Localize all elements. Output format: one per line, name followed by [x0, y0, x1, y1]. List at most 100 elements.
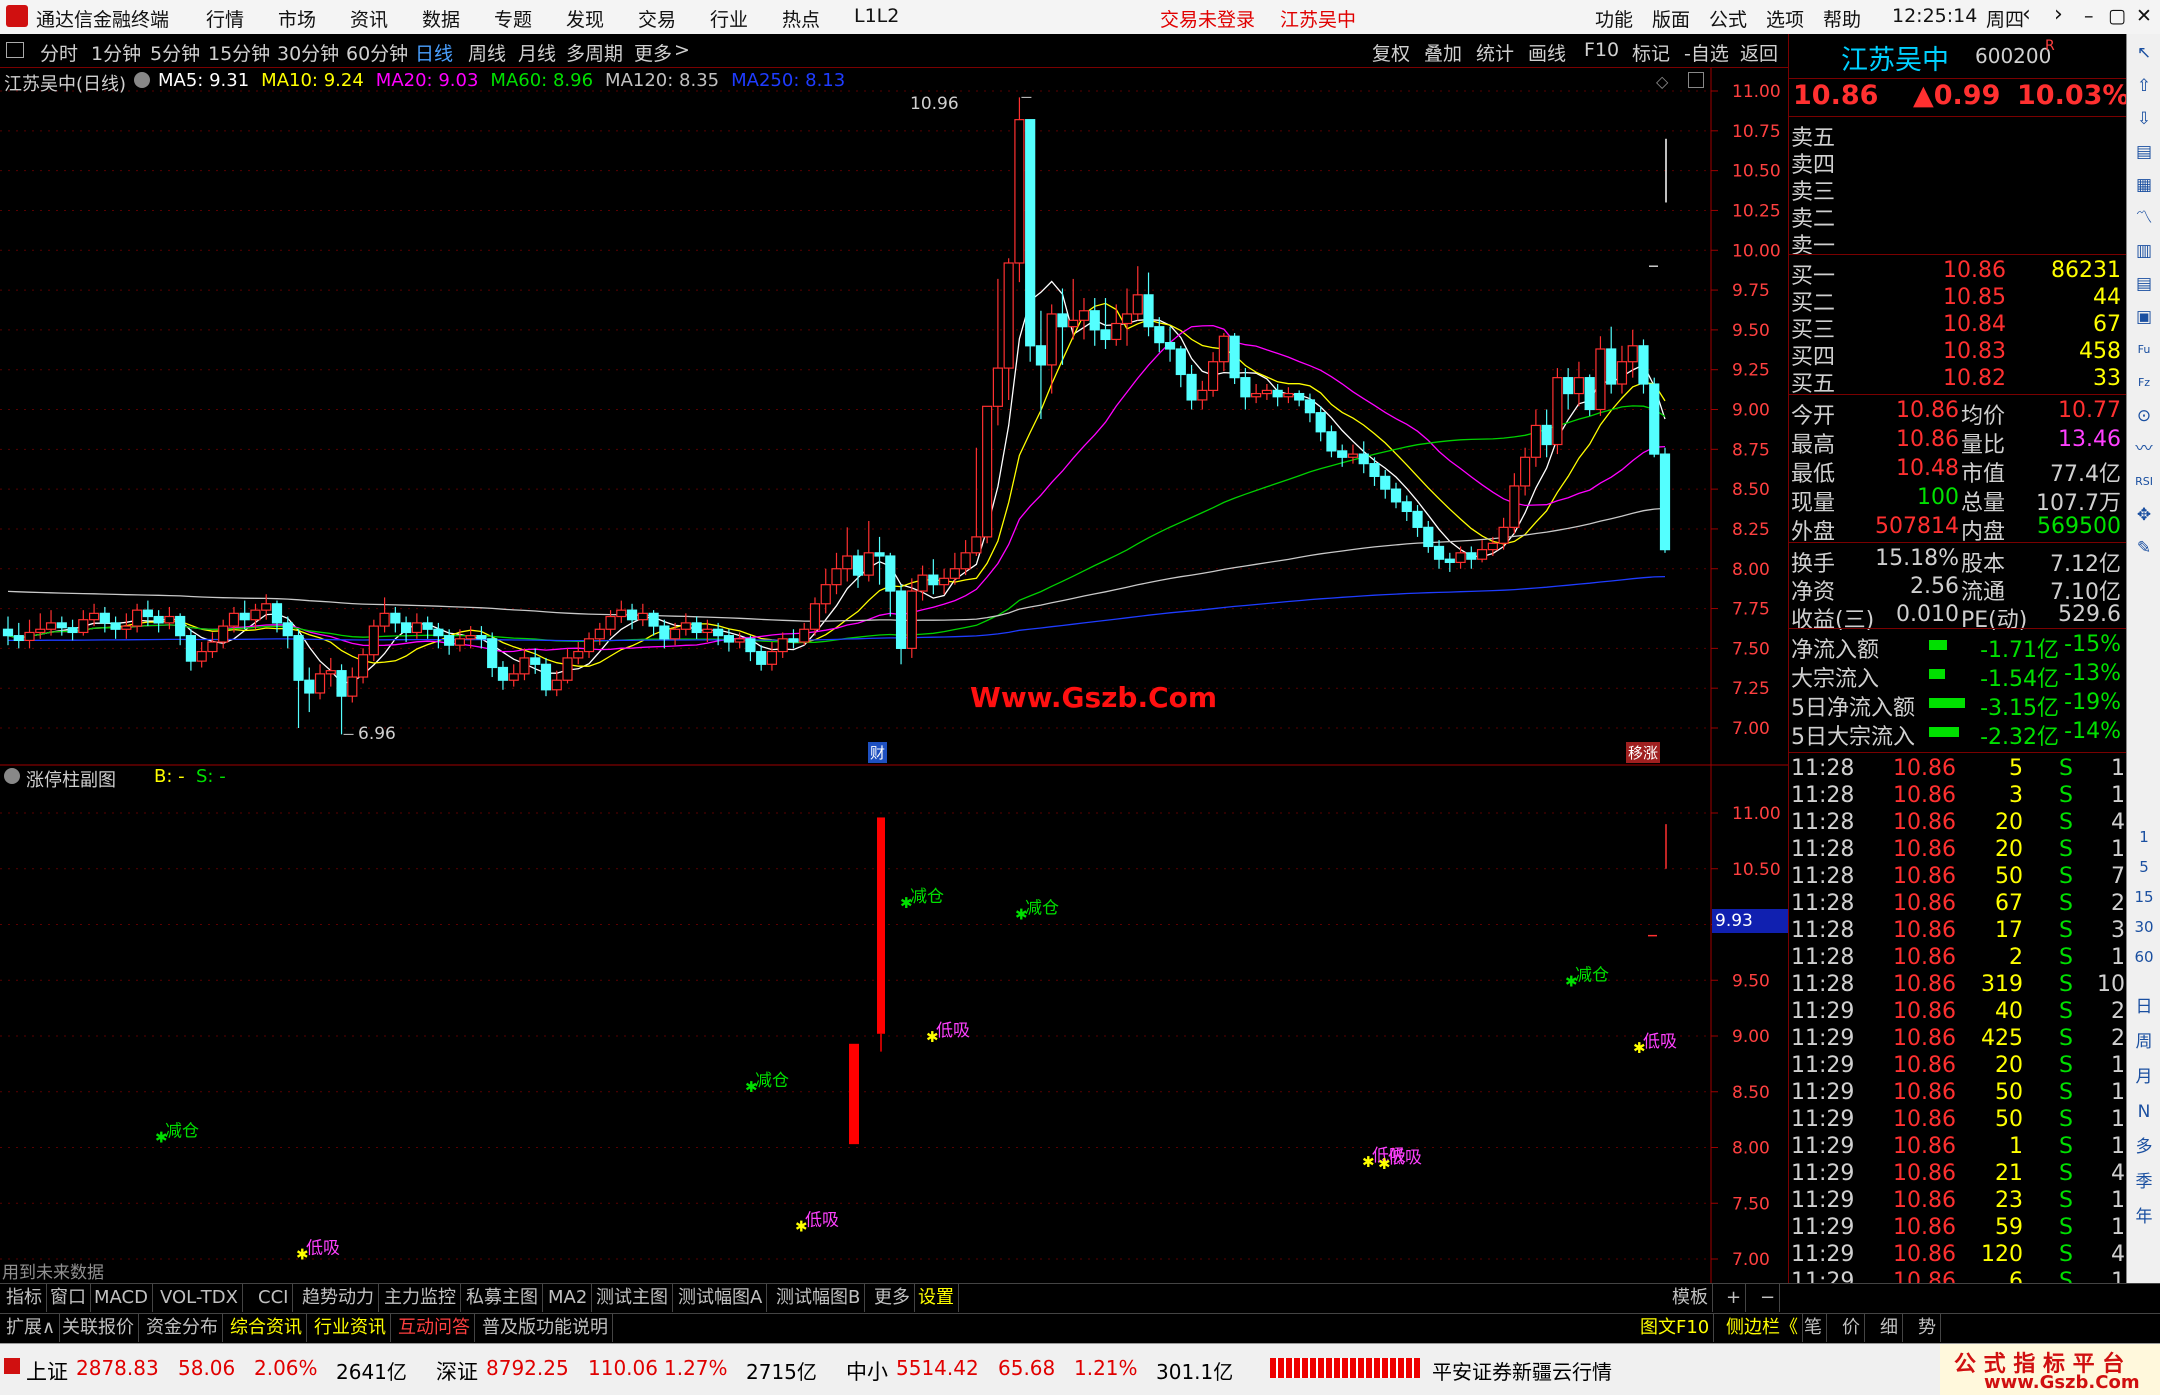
btn-fuquan[interactable]: 复权: [1372, 39, 1410, 66]
menu-shuju[interactable]: 数据: [422, 5, 460, 32]
candle-body[interactable]: [1272, 389, 1283, 398]
candle-body[interactable]: [1046, 313, 1057, 366]
menu-hangye[interactable]: 行业: [710, 5, 748, 32]
candle-body[interactable]: [153, 615, 164, 624]
tick-row[interactable]: 11:29 10.86 59 S 1: [1789, 1215, 2127, 1242]
side-tab[interactable]: 笔: [1800, 1314, 1827, 1342]
candle-body[interactable]: [734, 638, 745, 643]
candle-body[interactable]: [110, 622, 121, 630]
candle-body[interactable]: [1197, 389, 1208, 401]
candle-body[interactable]: [368, 625, 379, 656]
candle-body[interactable]: [1466, 552, 1477, 560]
candle-body[interactable]: [842, 555, 853, 570]
subchart-toggle-icon[interactable]: [4, 768, 20, 784]
candle-body[interactable]: [218, 625, 229, 643]
signal-reduce[interactable]: 减仓: [910, 887, 944, 907]
stat-row[interactable]: 今开 10.86 均价 10.77: [1789, 398, 2127, 429]
period-60min[interactable]: 60分钟: [346, 39, 408, 66]
kline-chart-svg[interactable]: 11.00 10.75 10.50 10.25 10.00 9.75 9.50 9.25 9.0…: [0, 68, 1788, 1283]
signal-buy[interactable]: 低吸: [1388, 1148, 1422, 1168]
signal-buy[interactable]: 低吸: [1643, 1032, 1677, 1052]
candle-body[interactable]: [583, 638, 595, 653]
tick-row[interactable]: 11:28 10.86 17 S 3: [1789, 918, 2127, 945]
tick-row[interactable]: 11:29 10.86 50 S 1: [1789, 1080, 2127, 1107]
indicator-tab[interactable]: CCI: [254, 1284, 294, 1312]
sidebar-period-label[interactable]: 季: [2131, 1169, 2157, 1195]
candle-body[interactable]: [1251, 392, 1262, 398]
menu-hangqing[interactable]: 行情: [206, 5, 244, 32]
period-multi[interactable]: 多周期: [566, 39, 623, 66]
candle-body[interactable]: [422, 622, 433, 630]
candle-body[interactable]: [1057, 313, 1068, 328]
candle-body[interactable]: [1229, 335, 1240, 379]
clock-icon[interactable]: Fz: [2131, 370, 2157, 396]
candle-body[interactable]: [863, 552, 874, 576]
menu-bangzhu[interactable]: 帮助: [1823, 5, 1861, 32]
sell-row[interactable]: 卖一: [1789, 228, 2127, 259]
candle-body[interactable]: [1100, 329, 1111, 341]
candle-body[interactable]: [304, 679, 315, 694]
template-tab[interactable]: −: [1756, 1284, 1781, 1312]
move-icon[interactable]: RSI: [2131, 469, 2157, 495]
candle-body[interactable]: [616, 609, 627, 618]
flow-row[interactable]: 大宗流入 -1.54亿 -13%: [1789, 661, 2127, 692]
candle-body[interactable]: [713, 628, 724, 637]
candle-body[interactable]: [1541, 424, 1552, 446]
period-weekly[interactable]: 周线: [468, 39, 506, 66]
candle-body[interactable]: [1573, 377, 1585, 395]
candle-body[interactable]: [325, 670, 336, 675]
sell-row[interactable]: 卖三: [1789, 174, 2127, 205]
signal-reduce[interactable]: 减仓: [1575, 965, 1609, 985]
maximize-icon[interactable]: ▢: [2108, 5, 2126, 27]
candle-body[interactable]: [1509, 485, 1520, 528]
sell-row[interactable]: 卖四: [1789, 147, 2127, 178]
panel-toggle-icon[interactable]: [1688, 72, 1704, 88]
candle-body[interactable]: [1240, 377, 1251, 398]
candle-body[interactable]: [723, 635, 735, 643]
period-1min[interactable]: 1分钟: [91, 39, 141, 66]
candle-body[interactable]: [401, 622, 412, 634]
tick-row[interactable]: 11:29 10.86 40 S 2: [1789, 999, 2127, 1026]
candle-body[interactable]: [132, 609, 143, 627]
candle-body[interactable]: [1520, 456, 1531, 487]
limit-up-bar[interactable]: [877, 817, 885, 1034]
tick-row[interactable]: 11:28 10.86 20 S 1: [1789, 837, 2127, 864]
candle-body[interactable]: [777, 638, 788, 653]
candle-body[interactable]: [282, 622, 293, 637]
menu-banmian[interactable]: 版面: [1652, 5, 1690, 32]
stat-row[interactable]: 最高 10.86 量比 13.46: [1789, 427, 2127, 458]
sidebar-period-1[interactable]: 1: [2131, 824, 2157, 850]
flow-row[interactable]: 净流入额 -1.71亿 -15%: [1789, 632, 2127, 663]
sidebar-period-label[interactable]: 多: [2131, 1134, 2157, 1160]
index-name[interactable]: 深证: [436, 1356, 478, 1386]
candle-body[interactable]: [1089, 310, 1100, 331]
candle-body[interactable]: [594, 628, 605, 640]
candle-body[interactable]: [336, 670, 347, 697]
candle-body[interactable]: [293, 635, 304, 681]
sidebar-period-label[interactable]: 月: [2131, 1064, 2157, 1090]
stat-row[interactable]: 净资 2.56 流通 7.10亿: [1789, 574, 2127, 605]
candle-body[interactable]: [1315, 412, 1326, 433]
candle-body[interactable]: [1455, 552, 1466, 563]
candle-body[interactable]: [1164, 342, 1176, 350]
candle-body[interactable]: [1347, 453, 1359, 458]
sidebar-period-label[interactable]: 日: [2131, 994, 2157, 1020]
extension-tab[interactable]: 扩展∧: [2, 1314, 61, 1342]
sidebar-period-5[interactable]: 5: [2131, 854, 2157, 880]
candle-body[interactable]: [1498, 526, 1509, 544]
indicator-tab[interactable]: 设置: [914, 1284, 959, 1312]
indicator-tab[interactable]: 更多: [870, 1284, 915, 1312]
layout-toggle-icon[interactable]: [6, 42, 24, 58]
candle-body[interactable]: [852, 555, 864, 576]
template-tab[interactable]: +: [1722, 1284, 1747, 1312]
candle-body[interactable]: [454, 638, 466, 646]
buy-row[interactable]: 买三 10.84 67: [1789, 312, 2127, 343]
candle-body[interactable]: [1595, 348, 1606, 411]
candle-body[interactable]: [960, 552, 971, 570]
sidebar-period-30[interactable]: 30: [2131, 914, 2157, 940]
candle-body[interactable]: [1444, 558, 1455, 563]
candle-body[interactable]: [121, 625, 132, 630]
indicator-tab[interactable]: 测试幅图B: [772, 1284, 866, 1312]
template-tab[interactable]: 模板: [1668, 1284, 1713, 1312]
buy-row[interactable]: 买一 10.86 86231: [1789, 258, 2127, 289]
